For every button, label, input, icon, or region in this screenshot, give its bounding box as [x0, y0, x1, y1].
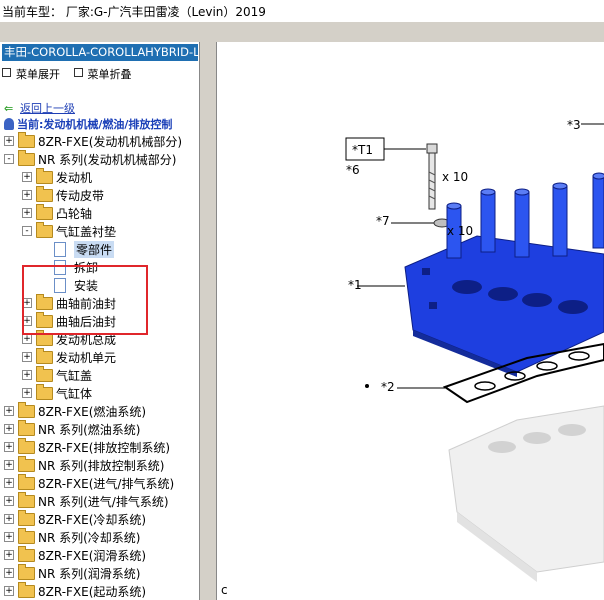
expand-node-icon[interactable]: + — [4, 550, 14, 560]
tree-item-label: 发动机 — [56, 171, 93, 185]
collapse-node-icon[interactable]: - — [4, 154, 14, 164]
expand-node-icon[interactable]: + — [22, 334, 32, 344]
folder-icon — [18, 132, 35, 148]
engine-block-icon — [448, 405, 604, 582]
folder-icon — [18, 528, 35, 544]
expand-node-icon[interactable]: + — [4, 568, 14, 578]
folder-icon — [18, 474, 35, 490]
expand-icon — [2, 68, 11, 77]
tree-item-label: 气缸盖 — [56, 369, 93, 383]
quantity-label-bolt: x 10 — [442, 170, 469, 184]
parts-diagram — [345, 123, 604, 582]
footer-letter: c — [221, 583, 228, 597]
back-link-row: ⇐ 返回上一级 — [4, 100, 75, 116]
bolt-icon — [426, 143, 438, 210]
callout-6: *6 — [346, 163, 360, 177]
tree-item-label: 发动机单元 — [56, 351, 117, 365]
expand-node-icon[interactable]: + — [22, 208, 32, 218]
tree-item-label: 气缸盖衬垫 — [56, 225, 117, 239]
tree-item-label: 凸轮轴 — [56, 207, 93, 221]
tree-item-label: NR 系列(排放控制系统) — [38, 459, 165, 473]
diagram-pane: *3 *T1 *6 x 10 *7 x 10 *1 *2 c — [217, 42, 604, 600]
expand-node-icon[interactable]: + — [4, 460, 14, 470]
tree-item-label: 零部件 — [74, 241, 115, 258]
nav-title: 丰田-COROLLA-COROLLAHYBRID-L — [2, 44, 198, 61]
folder-icon — [36, 348, 53, 364]
folder-icon — [36, 222, 53, 238]
tree-item-label: NR 系列(润滑系统) — [38, 567, 141, 581]
folder-icon — [36, 366, 53, 382]
frame-separator — [0, 22, 604, 43]
folder-icon — [18, 420, 35, 436]
folder-icon — [18, 438, 35, 454]
folder-icon — [36, 168, 53, 184]
collapse-icon — [73, 68, 83, 77]
folder-icon — [36, 384, 53, 400]
tree-item-label: 8ZR-FXE(冷却系统) — [38, 513, 147, 527]
expand-node-icon[interactable]: + — [22, 352, 32, 362]
splitter[interactable] — [200, 42, 217, 600]
expand-node-icon[interactable]: + — [4, 532, 14, 542]
tree-item-label: 8ZR-FXE(润滑系统) — [38, 549, 147, 563]
expand-node-icon[interactable]: + — [4, 478, 14, 488]
quantity-label-washer: x 10 — [447, 224, 474, 238]
expand-node-icon[interactable]: + — [4, 406, 14, 416]
top-bar: 当前车型： 厂家:G-广汽丰田雷凌（Levin）2019 — [0, 0, 604, 22]
current-model-text: 当前车型： 厂家:G-广汽丰田雷凌（Levin）2019 — [2, 5, 266, 19]
callout-t1: *T1 — [352, 143, 373, 157]
expand-node-icon[interactable]: + — [22, 172, 32, 182]
callout-7: *7 — [376, 214, 390, 228]
expand-node-icon[interactable]: + — [22, 190, 32, 200]
expand-node-icon[interactable]: + — [4, 496, 14, 506]
tree-item-label: 8ZR-FXE(起动系统) — [38, 585, 147, 599]
folder-icon — [36, 204, 53, 220]
expand-node-icon[interactable]: + — [4, 424, 14, 434]
folder-icon — [18, 150, 35, 166]
menu-row: 菜单展开 菜单折叠 — [2, 66, 142, 82]
folder-icon — [36, 186, 53, 202]
expand-node-icon[interactable]: + — [4, 442, 14, 452]
tree-item-label: NR 系列(燃油系统) — [38, 423, 141, 437]
folder-icon — [18, 492, 35, 508]
location-icon — [4, 118, 14, 130]
expand-node-icon[interactable]: + — [4, 586, 14, 596]
back-arrow-icon: ⇐ — [4, 102, 14, 115]
folder-icon — [18, 582, 35, 598]
tree-item-label: NR 系列(冷却系统) — [38, 531, 141, 545]
current-path: 当前:发动机机械/燃油/排放控制 — [4, 116, 172, 132]
back-link[interactable]: 返回上一级 — [20, 102, 75, 115]
tree-item-label: 气缸体 — [56, 387, 93, 401]
tree-item-label: NR 系列(发动机机械部分) — [38, 153, 177, 167]
tree-item-label: 8ZR-FXE(发动机机械部分) — [38, 135, 183, 149]
callout-3: *3 — [567, 118, 581, 132]
expand-node-icon[interactable]: + — [22, 370, 32, 380]
folder-icon — [18, 456, 35, 472]
callout-1: *1 — [348, 278, 362, 292]
bullet-2 — [365, 384, 369, 388]
folder-icon — [18, 402, 35, 418]
collapse-menu-button[interactable]: 菜单折叠 — [73, 66, 132, 82]
tree-item-label: NR 系列(进气/排气系统) — [38, 495, 169, 509]
folder-icon — [18, 546, 35, 562]
expand-node-icon[interactable]: + — [4, 514, 14, 524]
highlight-box — [22, 265, 148, 335]
document-icon — [54, 242, 66, 257]
navigation-pane: 丰田-COROLLA-COROLLAHYBRID-L 菜单展开 菜单折叠 ⇐ 返回… — [0, 42, 200, 600]
expand-menu-button[interactable]: 菜单展开 — [2, 66, 60, 82]
tree-item-label: 传动皮带 — [56, 189, 105, 203]
tree-item-label: 8ZR-FXE(排放控制系统) — [38, 441, 171, 455]
collapse-node-icon[interactable]: - — [22, 226, 32, 236]
tree-item-label: 8ZR-FXE(燃油系统) — [38, 405, 147, 419]
folder-icon — [18, 564, 35, 580]
tree-item-label: 8ZR-FXE(进气/排气系统) — [38, 477, 175, 491]
expand-node-icon[interactable]: + — [22, 388, 32, 398]
folder-icon — [18, 510, 35, 526]
expand-node-icon[interactable]: + — [4, 136, 14, 146]
callout-2: *2 — [381, 380, 395, 394]
